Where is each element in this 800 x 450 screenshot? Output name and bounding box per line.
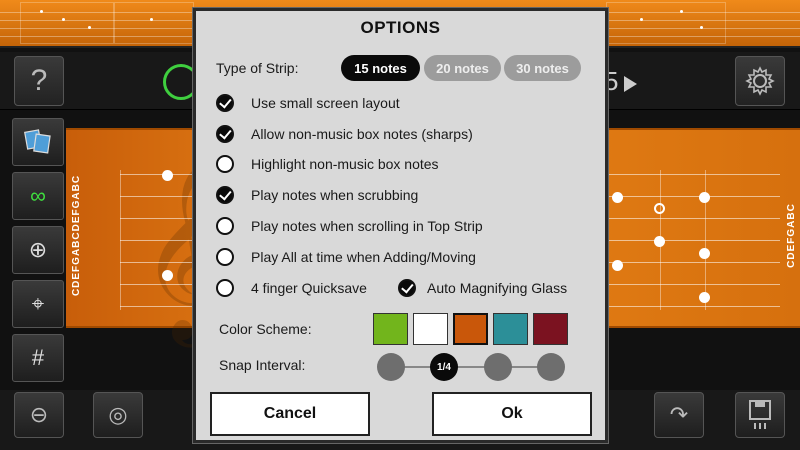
beat-line (705, 170, 706, 310)
snap-option[interactable] (377, 353, 405, 381)
option-allow-sharps[interactable]: Allow non-music box notes (sharps) (216, 124, 473, 144)
add-icon: ⊕ (28, 237, 48, 262)
strip-type-20[interactable]: 20 notes (424, 55, 501, 81)
strip-note[interactable] (699, 248, 710, 259)
record-icon: ◎ (108, 402, 128, 427)
loop-tool-button[interactable]: ∞ (12, 172, 64, 220)
strip-note (700, 26, 703, 29)
strip-note[interactable] (654, 203, 665, 214)
settings-button[interactable] (735, 56, 785, 106)
strip-note[interactable] (612, 260, 623, 271)
color-swatch-white[interactable] (413, 313, 448, 345)
add-note-tool-button[interactable]: ⊕ (12, 226, 64, 274)
strip-note[interactable] (699, 192, 710, 203)
checkbox[interactable] (398, 279, 416, 297)
checkbox[interactable] (216, 248, 234, 266)
option-small-screen[interactable]: Use small screen layout (216, 93, 400, 113)
strip-note[interactable] (162, 170, 173, 181)
ok-button[interactable]: Ok (432, 392, 592, 436)
option-highlight-non-music-box[interactable]: Highlight non-music box notes (216, 154, 439, 174)
note-scale-right: CDEFGABC (785, 202, 797, 268)
snap-slider-track[interactable] (391, 366, 551, 368)
checkbox[interactable] (216, 217, 234, 235)
strip-note (150, 18, 153, 21)
strip-note (62, 18, 65, 21)
snap-option[interactable] (484, 353, 512, 381)
color-swatch-teal[interactable] (493, 313, 528, 345)
redo-icon: ↷ (669, 402, 689, 427)
color-swatch-green[interactable] (373, 313, 408, 345)
strip-type-15[interactable]: 15 notes (341, 55, 420, 81)
save-icon (749, 400, 771, 429)
color-swatch-orange[interactable] (453, 313, 488, 345)
snap-option[interactable] (537, 353, 565, 381)
options-dialog: OPTIONS Type of Strip: 15 notes 20 notes… (193, 8, 608, 443)
strip-note[interactable] (654, 236, 665, 247)
gear-icon (745, 66, 775, 96)
strip-page[interactable] (114, 2, 194, 44)
option-play-scrolling[interactable]: Play notes when scrolling in Top Strip (216, 216, 483, 236)
option-quicksave[interactable]: 4 finger Quicksave (216, 278, 367, 298)
strip-type-30[interactable]: 30 notes (504, 55, 581, 81)
checkbox[interactable] (216, 279, 234, 297)
beat-line (120, 170, 121, 310)
record-button[interactable]: ◎ (93, 392, 143, 438)
strip-note[interactable] (162, 270, 173, 281)
help-icon: ? (30, 64, 48, 97)
help-button[interactable]: ? (14, 56, 64, 106)
strip-note[interactable] (699, 292, 710, 303)
play-icon[interactable] (624, 76, 637, 92)
minus-icon: ⊖ (29, 402, 49, 427)
color-scheme-label: Color Scheme: (219, 321, 312, 337)
strip-note (640, 18, 643, 21)
save-button[interactable] (735, 392, 785, 438)
zoom-out-button[interactable]: ⊖ (14, 392, 64, 438)
redo-button[interactable]: ↷ (654, 392, 704, 438)
strip-type-label: Type of Strip: (216, 60, 299, 76)
checkbox[interactable] (216, 155, 234, 173)
snap-interval-label: Snap Interval: (219, 357, 306, 373)
option-magnifying-glass[interactable]: Auto Magnifying Glass (398, 278, 567, 298)
strip-note (40, 10, 43, 13)
checkbox[interactable] (216, 186, 234, 204)
checkbox[interactable] (216, 94, 234, 112)
strip-note (680, 10, 683, 13)
checkbox[interactable] (216, 125, 234, 143)
dialog-title: OPTIONS (360, 18, 441, 37)
strip-note[interactable] (612, 192, 623, 203)
crosshair-icon: ⌖ (31, 291, 45, 316)
strip-note (88, 26, 91, 29)
snap-option-selected[interactable]: 1/4 (430, 353, 458, 381)
strip-page[interactable] (606, 2, 726, 44)
cancel-button[interactable]: Cancel (210, 392, 370, 436)
grid-icon: # (31, 345, 45, 370)
option-play-scrubbing[interactable]: Play notes when scrubbing (216, 185, 418, 205)
app-root: ? 5 ∞ ⊕ ⌖ # CDEFGABCDEFGABC CDEFGABC 𝄞 ⊖… (0, 0, 800, 450)
cards-icon (24, 129, 51, 154)
cards-tool-button[interactable] (12, 118, 64, 166)
strip-page[interactable] (20, 2, 114, 44)
grid-tool-button[interactable]: # (12, 334, 64, 382)
option-play-all-adding[interactable]: Play All at time when Adding/Moving (216, 247, 476, 267)
loop-icon: ∞ (30, 183, 46, 208)
note-scale-left: CDEFGABCDEFGABC (71, 174, 83, 296)
color-swatch-maroon[interactable] (533, 313, 568, 345)
move-tool-button[interactable]: ⌖ (12, 280, 64, 328)
